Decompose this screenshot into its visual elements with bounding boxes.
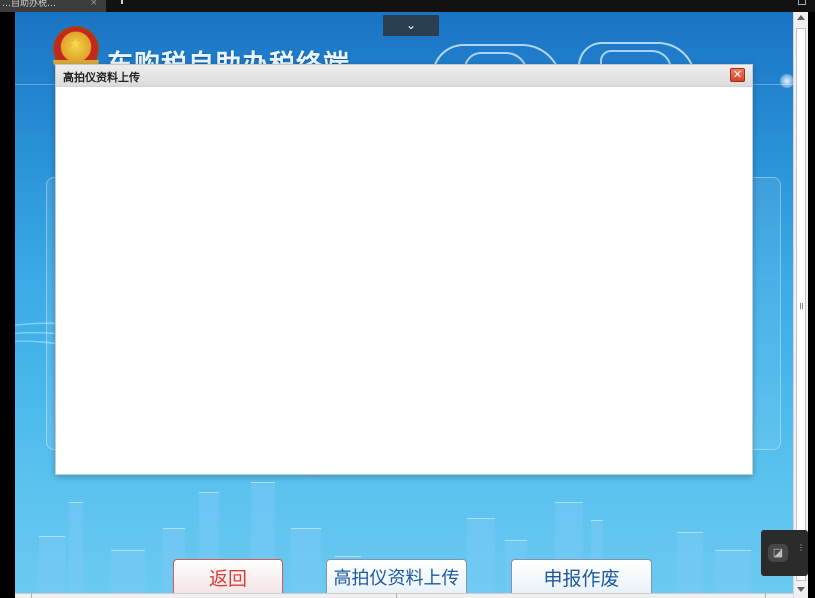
assistant-icon[interactable]: ◪: [768, 544, 788, 562]
browser-tab[interactable]: …自助办税… ×: [0, 0, 106, 12]
close-icon[interactable]: ✕: [730, 68, 745, 82]
upload-dialog: 高拍仪资料上传 ✕: [55, 64, 753, 475]
browser-tab-strip: …自助办税… ×: [0, 0, 815, 12]
building: [677, 532, 703, 598]
building: [291, 528, 321, 598]
building: [69, 502, 83, 598]
building: [111, 550, 145, 598]
building: [467, 518, 495, 598]
scrollbar-thumb[interactable]: [796, 28, 806, 581]
building: [715, 550, 751, 598]
browser-tab-label: …自助办税…: [2, 0, 57, 9]
chevron-down-icon: ⌄: [405, 18, 417, 32]
left-edge: [0, 12, 15, 598]
horizontal-scrollbar[interactable]: [15, 593, 793, 598]
dialog-body: [56, 88, 752, 474]
tab-caret: [121, 0, 123, 4]
grip-icon: [800, 303, 803, 309]
building: [39, 536, 65, 598]
app-window: …自助办税… × ★ 车购税自助办税终端 ⌄: [0, 0, 815, 598]
scroll-up-arrow-icon[interactable]: [797, 15, 805, 20]
vertical-scrollbar[interactable]: [793, 12, 808, 598]
tab-close-icon[interactable]: ×: [90, 0, 98, 8]
dialog-title: 高拍仪资料上传: [63, 71, 140, 84]
more-options-icon[interactable]: ⋮: [797, 544, 805, 552]
scroll-down-arrow-icon[interactable]: [797, 587, 805, 592]
window-menu-icon[interactable]: [798, 0, 806, 5]
floating-assistant-widget[interactable]: ◪ ⋮: [761, 530, 808, 576]
collapse-button[interactable]: ⌄: [383, 15, 439, 36]
light-glow: [780, 74, 793, 88]
right-edge: [808, 12, 815, 598]
dialog-titlebar[interactable]: 高拍仪资料上传 ✕: [56, 65, 752, 87]
